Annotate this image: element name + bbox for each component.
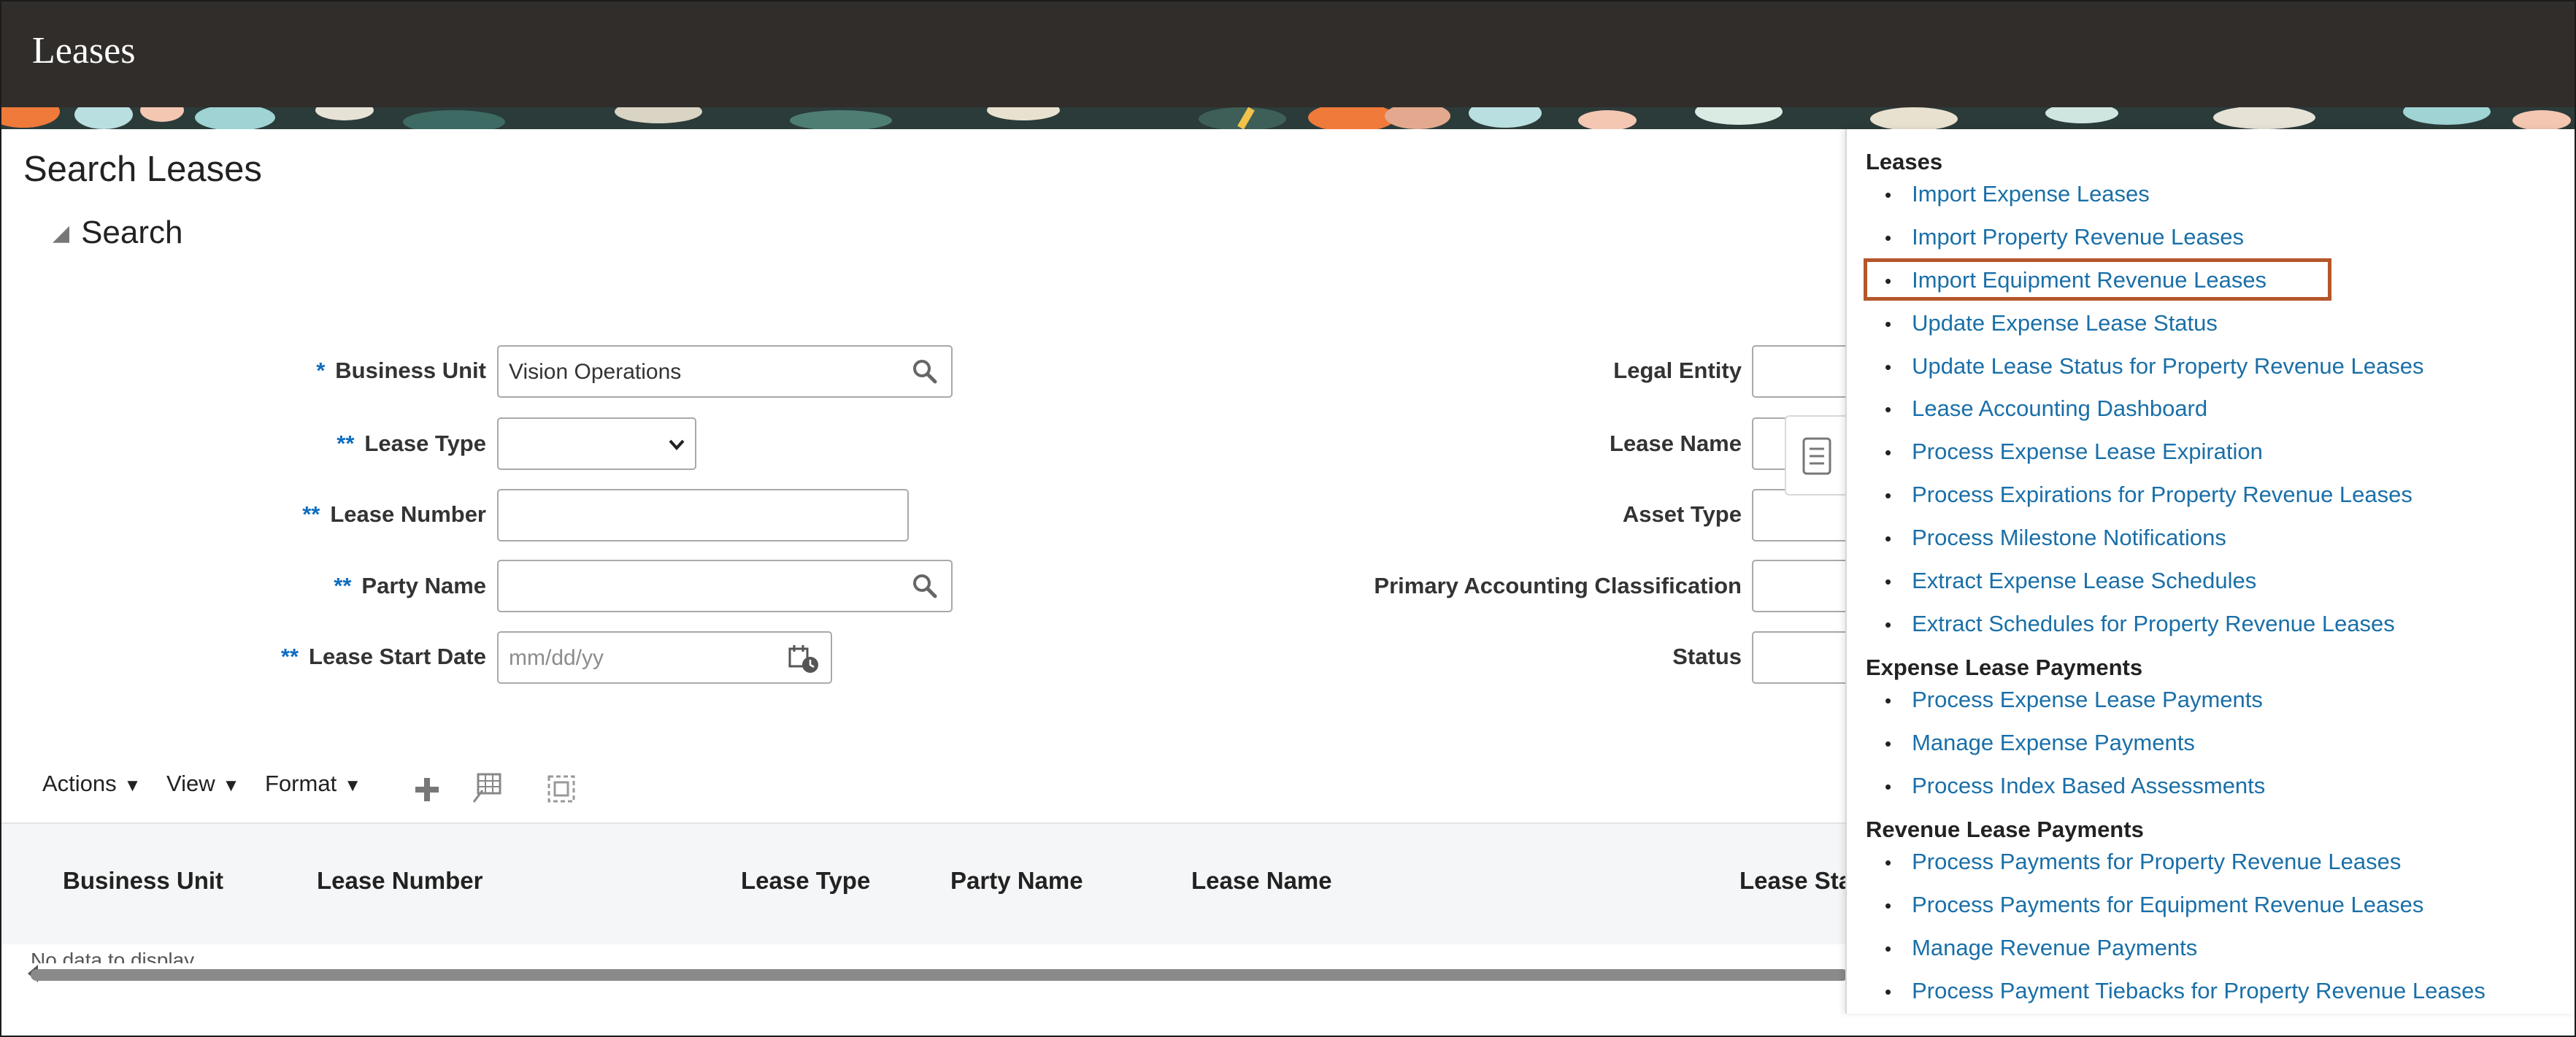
format-menu[interactable]: Format ▼: [265, 771, 361, 797]
actions-menu[interactable]: Actions ▼: [42, 771, 141, 797]
task-link-process-expense-lease-expiration[interactable]: • Process Expense Lease Expiration: [1885, 439, 2263, 465]
add-icon[interactable]: [412, 775, 442, 804]
lease-number-label: ** Lease Number: [302, 501, 486, 527]
required-marker: *: [316, 358, 326, 383]
search-section-toggle[interactable]: ◢ Search: [53, 215, 183, 251]
caret-down-icon: ▼: [222, 776, 240, 795]
search-section-label: Search: [81, 215, 183, 250]
column-header-business-unit[interactable]: Business Unit: [63, 867, 223, 895]
tasks-panel: Leases • Import Expense Leases • Import Pr…: [1845, 129, 2575, 1014]
lease-name-label: Lease Name: [1610, 431, 1742, 456]
view-menu[interactable]: View ▼: [166, 771, 239, 797]
party-name-input[interactable]: [497, 560, 953, 612]
highlight-box: [1864, 258, 2331, 301]
task-link-manage-expense-payments[interactable]: • Manage Expense Payments: [1885, 730, 2195, 756]
asset-type-label: Asset Type: [1622, 501, 1742, 527]
search-icon[interactable]: [910, 357, 939, 386]
lease-start-date-input[interactable]: mm/dd/yy: [497, 631, 832, 684]
task-link-process-expense-lease-payments[interactable]: • Process Expense Lease Payments: [1885, 687, 2263, 713]
task-link-lease-accounting-dashboard[interactable]: • Lease Accounting Dashboard: [1885, 396, 2207, 422]
calendar-icon[interactable]: [787, 643, 820, 675]
task-link-extract-expense-lease-schedules[interactable]: • Extract Expense Lease Schedules: [1885, 568, 2256, 594]
horizontal-scrollbar[interactable]: [31, 969, 1848, 981]
status-label: Status: [1672, 644, 1742, 669]
lease-type-select[interactable]: [497, 417, 696, 470]
task-link-import-expense-leases[interactable]: • Import Expense Leases: [1885, 181, 2150, 207]
task-link-manage-revenue-payments[interactable]: • Manage Revenue Payments: [1885, 935, 2197, 961]
required-marker: **: [337, 431, 355, 456]
task-group-title: Expense Lease Payments: [1866, 655, 2143, 680]
business-unit-label: * Business Unit: [316, 358, 486, 383]
lease-start-date-label: ** Lease Start Date: [280, 644, 486, 669]
task-link-process-expirations-property[interactable]: • Process Expirations for Property Revenu…: [1885, 482, 2412, 508]
results-table-header: [1, 822, 1848, 944]
detach-icon[interactable]: [546, 774, 577, 804]
column-header-lease-type[interactable]: Lease Type: [741, 867, 870, 895]
chevron-down-icon: [669, 439, 685, 450]
task-link-update-lease-status-property[interactable]: • Update Lease Status for Property Revenu…: [1885, 353, 2423, 379]
primary-accounting-classification-label: Primary Accounting Classification: [1374, 573, 1742, 598]
freeze-columns-icon[interactable]: [471, 771, 504, 805]
business-unit-input[interactable]: Vision Operations: [497, 345, 953, 398]
app-title: Leases: [32, 30, 136, 72]
required-marker: **: [280, 644, 299, 669]
task-group-title: Revenue Lease Payments: [1866, 817, 2144, 842]
task-link-extract-schedules-property[interactable]: • Extract Schedules for Property Revenue …: [1885, 611, 2395, 637]
required-marker: **: [334, 573, 352, 598]
caret-down-icon: ▼: [344, 776, 361, 795]
notes-button[interactable]: [1785, 415, 1848, 496]
lease-number-input[interactable]: [497, 489, 909, 541]
party-name-label: ** Party Name: [334, 573, 486, 598]
task-link-import-property-revenue-leases[interactable]: • Import Property Revenue Leases: [1885, 224, 2244, 250]
required-marker: **: [302, 501, 320, 527]
column-header-lease-start[interactable]: Lease Sta: [1739, 867, 1852, 895]
app-header: Leases: [1, 1, 2575, 107]
task-link-process-payments-equipment[interactable]: • Process Payments for Equipment Revenue …: [1885, 892, 2423, 918]
lease-type-label: ** Lease Type: [337, 431, 486, 456]
notes-icon: [1802, 437, 1831, 475]
task-link-process-payment-tiebacks[interactable]: • Process Payment Tiebacks for Property R…: [1885, 978, 2485, 1004]
task-link-update-expense-lease-status[interactable]: • Update Expense Lease Status: [1885, 310, 2218, 336]
column-header-lease-name[interactable]: Lease Name: [1191, 867, 1332, 895]
task-group-title: Leases: [1866, 149, 1943, 174]
page-title: Search Leases: [23, 150, 262, 189]
search-icon[interactable]: [910, 571, 939, 601]
column-header-party-name[interactable]: Party Name: [950, 867, 1083, 895]
task-link-process-payments-property[interactable]: • Process Payments for Property Revenue L…: [1885, 849, 2401, 875]
task-link-process-milestone-notifications[interactable]: • Process Milestone Notifications: [1885, 525, 2226, 551]
column-header-lease-number[interactable]: Lease Number: [317, 867, 482, 895]
decorative-banner: [1, 107, 2575, 129]
empty-table-message: No data to display.: [31, 949, 199, 963]
task-link-process-index-based-assessments[interactable]: • Process Index Based Assessments: [1885, 773, 2265, 799]
collapse-triangle-icon: ◢: [53, 221, 70, 245]
caret-down-icon: ▼: [123, 776, 142, 795]
application-window: Leases Search Leases ◢ Search * Business…: [0, 0, 2576, 1037]
legal-entity-label: Legal Entity: [1613, 358, 1742, 383]
